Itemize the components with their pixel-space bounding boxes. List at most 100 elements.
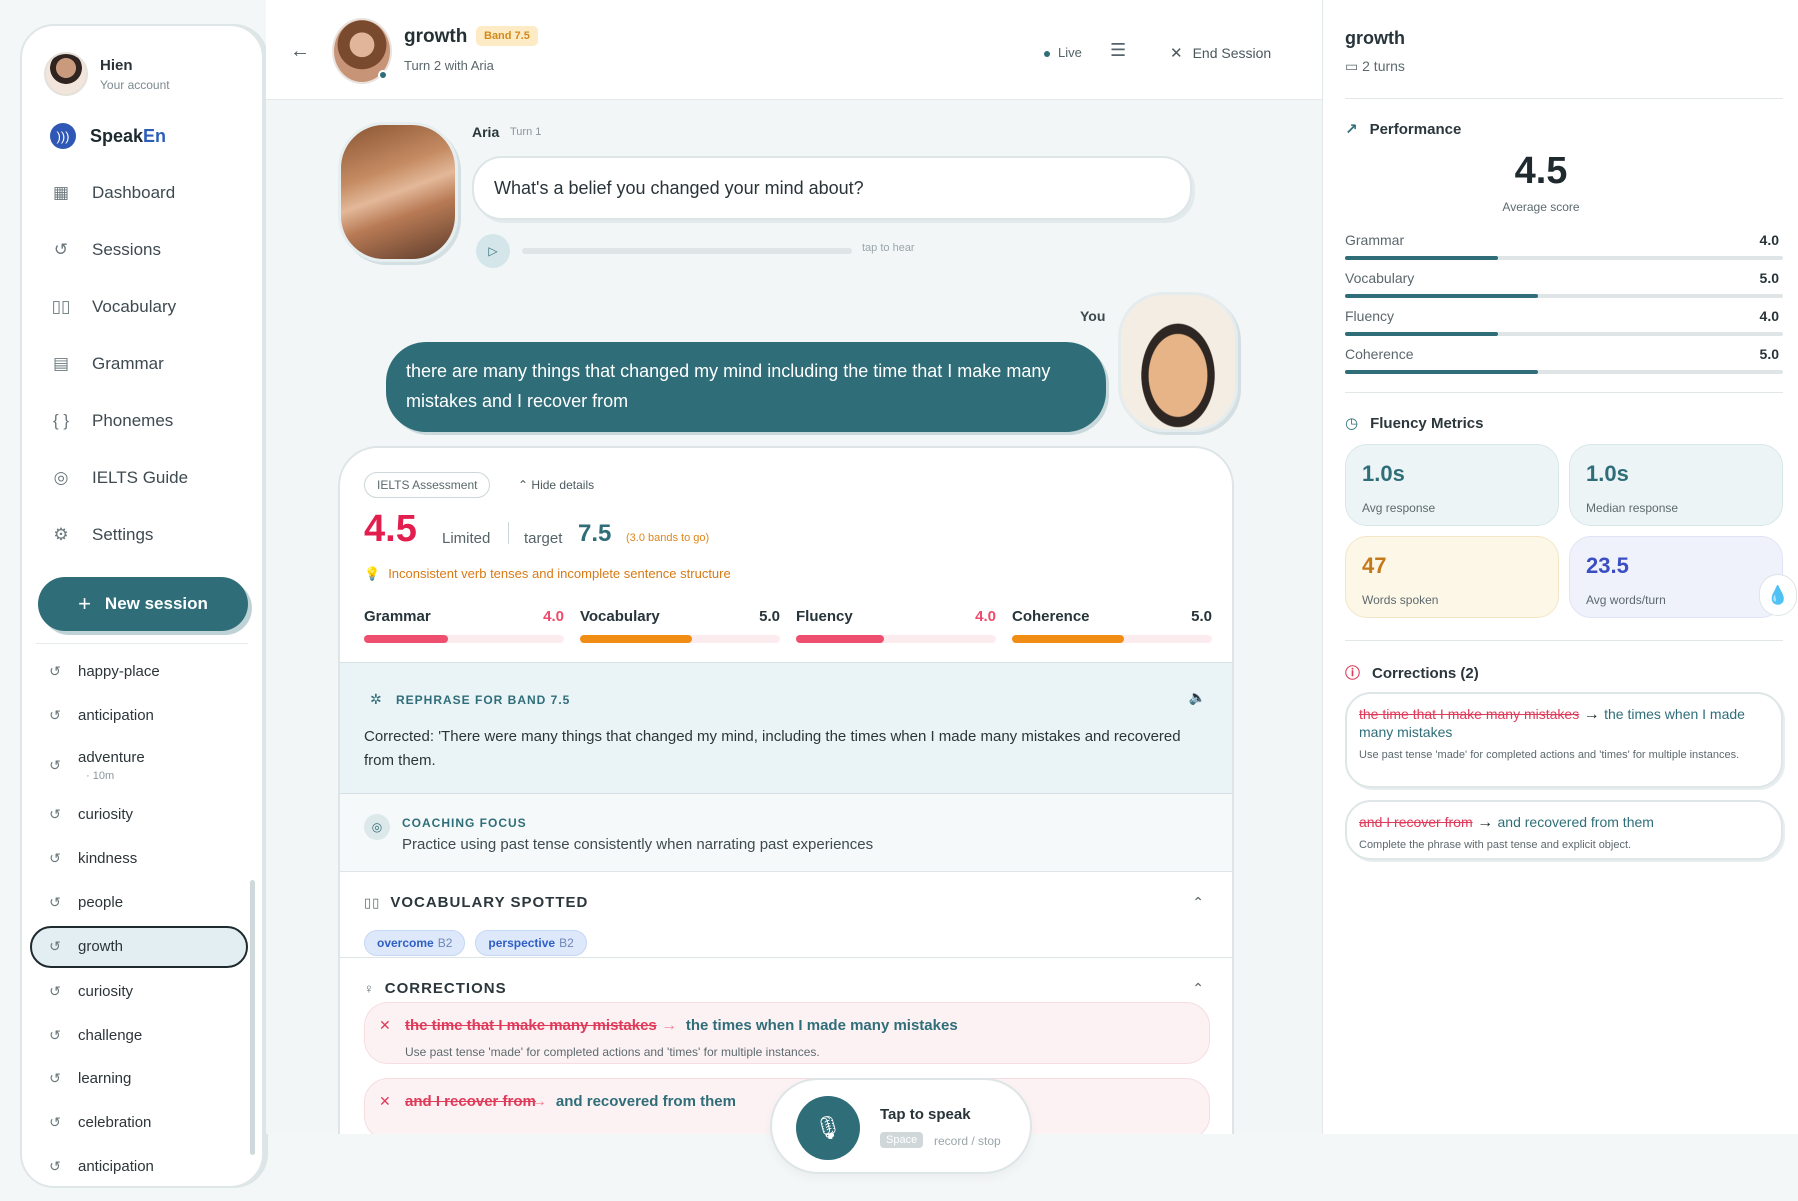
perf-fill — [1345, 370, 1538, 374]
history-item[interactable]: ↺ curiosity — [22, 793, 262, 837]
history-item-active[interactable]: ↺ growth — [30, 925, 248, 968]
history-item[interactable]: ↺ celebration — [22, 1101, 262, 1145]
perf-label: Vocabulary — [1345, 270, 1415, 286]
nav-phonemes[interactable]: { } Phonemes — [22, 392, 262, 449]
criterion-label: Fluency — [796, 608, 853, 625]
divider — [508, 522, 509, 544]
history-item[interactable]: ↺ challenge — [22, 1014, 262, 1058]
metric-card: 1.0s Median response — [1569, 444, 1783, 526]
history-icon: ↺ — [49, 1157, 61, 1174]
nav-label: Dashboard — [92, 182, 176, 202]
aria-avatar — [332, 18, 392, 84]
trend-up-icon: ↗ — [1345, 121, 1358, 138]
history-icon: ↺ — [49, 1070, 61, 1087]
history-label: adventure — [78, 748, 145, 766]
feedback: 💡 Inconsistent verb tenses and incomplete… — [364, 566, 731, 582]
new-session-button[interactable]: + New session — [38, 577, 248, 631]
nav-dashboard[interactable]: ▦ Dashboard — [22, 164, 262, 221]
history-label: anticipation — [78, 706, 154, 724]
notebook-icon: ▤ — [52, 353, 70, 373]
speaker-icon[interactable]: 🔈 — [1189, 689, 1206, 706]
history-item[interactable]: ↺ kindness — [22, 837, 262, 881]
metric-value: 47 — [1362, 553, 1387, 578]
fluency-title: Fluency Metrics — [1370, 415, 1484, 432]
lightbulb-icon: ♀ — [364, 981, 375, 996]
correction-card: the time that I make many mistakes → the… — [1345, 692, 1783, 788]
hide-details-button[interactable]: ⌃ Hide details — [518, 478, 594, 492]
vocabulary-header[interactable]: ▯▯ VOCABULARY SPOTTED — [364, 894, 588, 911]
alert-circle-icon: ⓘ — [1345, 665, 1361, 682]
brand[interactable]: ))) SpeakEn — [22, 122, 262, 150]
chevron-up-icon[interactable]: ⌃ — [1192, 894, 1204, 911]
perf-fill — [1345, 256, 1499, 260]
metric-value: 1.0s — [1362, 461, 1405, 486]
sidebar-scrollbar[interactable] — [250, 880, 255, 1155]
metric-label: Median response — [1586, 501, 1679, 515]
session-header: ← growth Band 7.5 Turn 2 with Aria Live … — [266, 0, 1322, 100]
chat-main: ← growth Band 7.5 Turn 2 with Aria Live … — [266, 0, 1322, 1134]
wrong-text: and I recover from — [1359, 814, 1473, 830]
nav-sessions[interactable]: ↺ Sessions — [22, 221, 262, 278]
performance-row: Grammar 4.0 — [1345, 232, 1783, 260]
water-drop-icon[interactable]: 💧 — [1759, 574, 1797, 616]
history-label: challenge — [78, 1026, 143, 1044]
history-duration: · 10m — [86, 769, 115, 782]
perf-value: 4.0 — [1759, 308, 1779, 324]
divider — [1345, 98, 1783, 99]
back-arrow-icon[interactable]: ← — [290, 40, 310, 63]
arrow-right-icon: → — [1477, 814, 1494, 831]
criterion-track — [796, 635, 996, 643]
user-name: Hien — [100, 56, 133, 74]
history-item[interactable]: ↺ people — [22, 880, 262, 924]
perf-fill — [1345, 294, 1538, 298]
vocab-chip[interactable]: overcome B2 — [364, 930, 466, 956]
summary-title: growth — [1345, 28, 1405, 48]
vocab-chip[interactable]: perspective B2 — [475, 930, 587, 956]
turn-count-label: 2 turns — [1362, 58, 1405, 74]
criterion-track — [580, 635, 780, 643]
corrections-count-title: Corrections (2) — [1372, 665, 1479, 682]
metric-label: Avg words/turn — [1586, 593, 1666, 607]
sliders-icon[interactable]: ☰ — [1110, 40, 1126, 61]
history-item[interactable]: ↺ curiosity — [22, 970, 262, 1014]
record-hint: record / stop — [934, 1134, 1001, 1148]
nav-vocabulary[interactable]: ▯▯ Vocabulary — [22, 278, 262, 335]
divider — [1345, 392, 1783, 393]
history-item[interactable]: ↺ happy-place — [22, 650, 262, 694]
history-item[interactable]: ↺ adventure · 10m — [22, 737, 262, 793]
perf-track — [1345, 370, 1783, 374]
chevron-up-icon[interactable]: ⌃ — [1192, 980, 1204, 997]
target-score: 7.5 — [578, 520, 612, 547]
history-item[interactable]: ↺ anticipation — [22, 1144, 262, 1186]
play-icon[interactable]: ▷ — [476, 234, 510, 268]
x-icon: ✕ — [379, 1093, 391, 1109]
x-icon: ✕ — [379, 1017, 391, 1033]
microphone-icon[interactable]: 🎙 — [796, 1096, 860, 1160]
chat-bubble-icon: ▭ — [1345, 58, 1359, 74]
corrections-header[interactable]: ♀ CORRECTIONS — [364, 980, 507, 997]
coaching-text: Practice using past tense consistently w… — [402, 836, 874, 853]
hide-details-label: Hide details — [531, 478, 595, 492]
average-score: 4.5 — [1514, 150, 1568, 192]
criterion-track — [1012, 635, 1212, 643]
book-icon: ▯▯ — [51, 296, 71, 316]
account-row[interactable]: Hien Your account — [22, 26, 262, 98]
nav-ielts-guide[interactable]: ◎ IELTS Guide — [22, 449, 262, 506]
arrow-right-icon: → — [1583, 706, 1600, 723]
history-icon: ↺ — [49, 806, 61, 823]
history-item[interactable]: ↺ learning — [22, 1057, 262, 1101]
history-item[interactable]: ↺ anticipation — [22, 694, 262, 738]
history-label: curiosity — [78, 806, 134, 824]
corrections-title: CORRECTIONS — [384, 980, 507, 997]
nav-label: Phonemes — [92, 410, 174, 430]
audio-progress[interactable] — [522, 248, 852, 254]
correction-right: the times when I made many mistakes — [685, 1017, 958, 1034]
user-subtitle: Your account — [100, 77, 170, 92]
criterion-fill — [796, 635, 884, 643]
corrections-header: ⓘ Corrections (2) — [1345, 662, 1479, 683]
nav-settings[interactable]: ⚙ Settings — [22, 506, 262, 563]
turn-info: Turn 2 with Aria — [404, 58, 494, 73]
wrong-text: the time that I make many mistakes — [405, 1017, 657, 1034]
end-session-button[interactable]: ✕ End Session — [1170, 44, 1271, 62]
nav-grammar[interactable]: ▤ Grammar — [22, 335, 262, 392]
